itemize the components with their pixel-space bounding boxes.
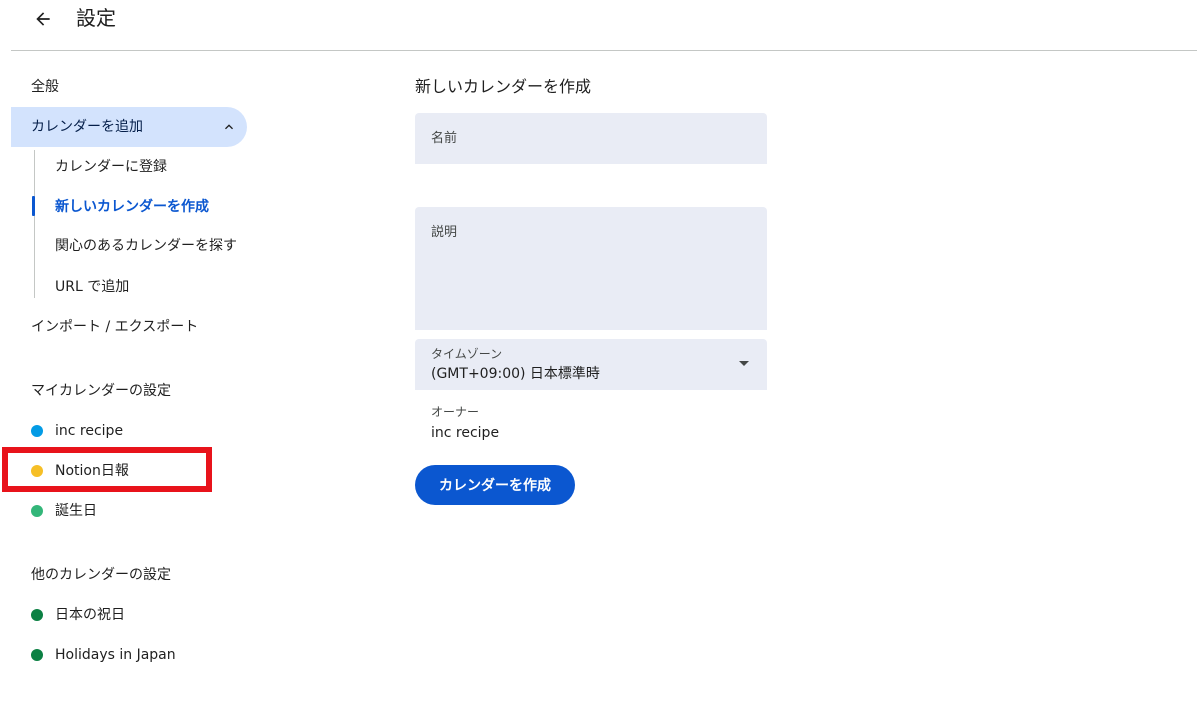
timezone-select[interactable]: タイムゾーン (GMT+09:00) 日本標準時 (415, 339, 767, 390)
create-calendar-button[interactable]: カレンダーを作成 (415, 465, 575, 505)
chevron-up-icon (225, 124, 233, 130)
description-textarea[interactable]: 説明 (415, 207, 767, 330)
description-placeholder: 説明 (431, 225, 458, 240)
my-calendars-heading: マイカレンダーの設定 (31, 383, 171, 399)
calendar-label: Notion日報 (55, 463, 129, 479)
sidebar-subitem-create-new[interactable]: 新しいカレンダーを作成 (55, 197, 209, 217)
calendar-color-dot (31, 425, 43, 437)
calendar-item-japan-holidays-ja[interactable]: 日本の祝日 (31, 605, 125, 625)
calendar-label: inc recipe (55, 423, 124, 439)
page-title: 設定 (76, 6, 116, 30)
back-button[interactable] (27, 3, 59, 35)
calendar-color-dot (31, 505, 43, 517)
submenu-active-indicator (32, 196, 35, 216)
sidebar-item-add-calendar[interactable]: カレンダーを追加 (11, 107, 247, 147)
sidebar-subitem-from-url[interactable]: URL で追加 (55, 277, 129, 297)
calendar-color-dot (31, 649, 43, 661)
arrow-left-icon (36, 12, 50, 26)
calendar-label: 誕生日 (55, 503, 97, 519)
calendar-color-dot (31, 465, 43, 477)
submenu-guide-line (34, 150, 35, 298)
dropdown-caret-icon (739, 361, 749, 366)
timezone-value: (GMT+09:00) 日本標準時 (431, 366, 600, 382)
sidebar-subitem-subscribe[interactable]: カレンダーに登録 (55, 157, 167, 177)
calendar-item-inc-recipe[interactable]: inc recipe (31, 421, 123, 441)
timezone-label: タイムゾーン (431, 347, 503, 361)
calendar-label: Holidays in Japan (55, 647, 176, 663)
sidebar-item-import-export[interactable]: インポート / エクスポート (31, 317, 198, 337)
sidebar-subitem-browse[interactable]: 関心のあるカレンダーを探す (55, 236, 237, 256)
name-placeholder: 名前 (431, 131, 458, 146)
header-divider (11, 50, 1197, 51)
form-heading: 新しいカレンダーを作成 (415, 77, 592, 96)
sidebar-item-label: カレンダーを追加 (31, 119, 143, 135)
owner-label: オーナー (431, 405, 480, 419)
calendar-item-notion-daily[interactable]: Notion日報 (31, 461, 129, 481)
calendar-item-holidays-in-japan[interactable]: Holidays in Japan (31, 645, 176, 665)
other-calendars-heading: 他のカレンダーの設定 (31, 567, 171, 583)
sidebar-item-general[interactable]: 全般 (31, 77, 59, 97)
calendar-label: 日本の祝日 (55, 607, 125, 623)
calendar-item-birthdays[interactable]: 誕生日 (31, 501, 97, 521)
calendar-color-dot (31, 609, 43, 621)
name-input[interactable]: 名前 (415, 113, 767, 164)
owner-value: inc recipe (431, 425, 500, 441)
header: 設定 (0, 0, 1197, 51)
